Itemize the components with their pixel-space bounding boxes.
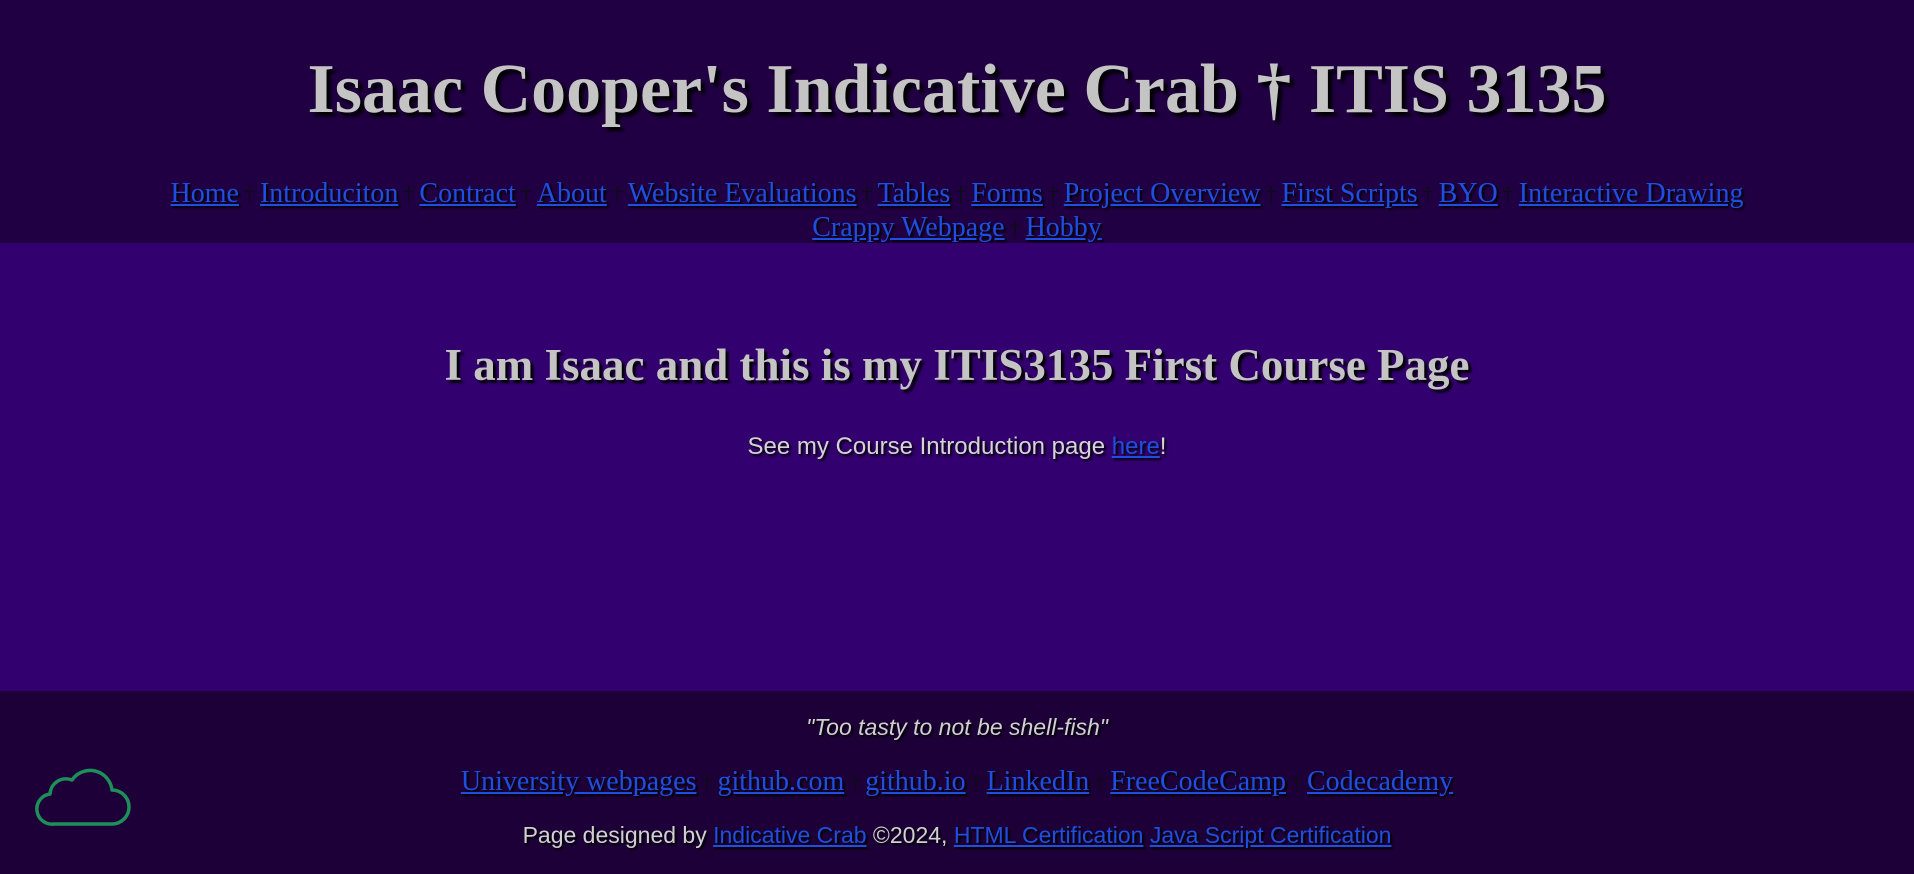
nav-separator: † <box>1265 182 1277 207</box>
nav-separator: † <box>861 182 873 207</box>
nav-separator: † <box>955 182 967 207</box>
page-heading: I am Isaac and this is my ITIS3135 First… <box>444 340 1470 390</box>
nav-link-hobby[interactable]: Hobby <box>1026 212 1102 243</box>
footer-link-github-com[interactable]: github.com <box>717 766 844 797</box>
site-footer: "Too tasty to not be shell-fish" Univers… <box>0 691 1914 874</box>
nav-separator: † <box>1502 182 1514 207</box>
nav-separator: † <box>1422 182 1434 207</box>
nav-separator: † <box>520 182 532 207</box>
intro-here-link[interactable]: here <box>1112 433 1160 460</box>
nav-separator: † <box>611 182 623 207</box>
main-nav: Home † Introduciton † Contract † About † Website… <box>60 177 1854 245</box>
footer-credits: Page designed by Indicative Crab ©2024, … <box>0 821 1914 849</box>
nav-link-byo[interactable]: BYO <box>1439 178 1498 209</box>
footer-link-linkedin[interactable]: LinkedIn <box>987 766 1090 797</box>
footer-separator: † <box>1290 770 1302 795</box>
nav-separator: † <box>1009 216 1021 241</box>
nav-link-tables[interactable]: Tables <box>878 178 951 209</box>
js-certification-link[interactable]: Java Script Certification <box>1150 822 1392 848</box>
site-header: Isaac Cooper's Indicative Crab † ITIS 31… <box>0 0 1914 243</box>
footer-link-codecademy[interactable]: Codecademy <box>1307 766 1453 797</box>
credits-brand-link[interactable]: Indicative Crab <box>713 822 866 848</box>
nav-link-interactive-drawing[interactable]: Interactive Drawing <box>1519 178 1744 209</box>
footer-nav: University webpages † github.com † github.io… <box>0 765 1914 800</box>
footer-quote: "Too tasty to not be shell-fish" <box>806 714 1108 740</box>
main-content: I am Isaac and this is my ITIS3135 First… <box>0 243 1914 691</box>
nav-separator: † <box>403 182 415 207</box>
footer-separator: † <box>1094 770 1106 795</box>
intro-text: See my Course Introduction page <box>747 433 1112 460</box>
html-certification-link[interactable]: HTML Certification <box>954 822 1144 848</box>
nav-link-home[interactable]: Home <box>171 178 239 209</box>
footer-separator: † <box>970 770 982 795</box>
intro-suffix: ! <box>1159 433 1167 460</box>
footer-link-university-webpages[interactable]: University webpages <box>461 766 697 797</box>
nav-link-website-evaluations[interactable]: Website Evaluations <box>628 178 857 209</box>
credits-year: ©2024, <box>866 822 954 848</box>
nav-link-about[interactable]: About <box>537 178 607 209</box>
nav-link-forms[interactable]: Forms <box>971 178 1043 209</box>
nav-link-crappy-webpage[interactable]: Crappy Webpage <box>812 212 1004 243</box>
cloud-icon[interactable] <box>32 762 132 828</box>
site-title: Isaac Cooper's Indicative Crab † ITIS 31… <box>307 51 1607 128</box>
footer-separator: † <box>849 770 861 795</box>
nav-separator: † <box>1047 182 1059 207</box>
nav-separator: † <box>243 182 255 207</box>
footer-link-freecodecamp[interactable]: FreeCodeCamp <box>1110 766 1286 797</box>
footer-link-github-io[interactable]: github.io <box>865 766 965 797</box>
nav-link-project-overview[interactable]: Project Overview <box>1064 178 1261 209</box>
nav-link-contract[interactable]: Contract <box>419 178 515 209</box>
intro-line: See my Course Introduction page here! <box>0 432 1914 462</box>
credits-prefix: Page designed by <box>522 822 714 848</box>
footer-separator: † <box>701 770 713 795</box>
nav-link-introduction[interactable]: Introduciton <box>260 178 398 209</box>
nav-link-first-scripts[interactable]: First Scripts <box>1282 178 1418 209</box>
